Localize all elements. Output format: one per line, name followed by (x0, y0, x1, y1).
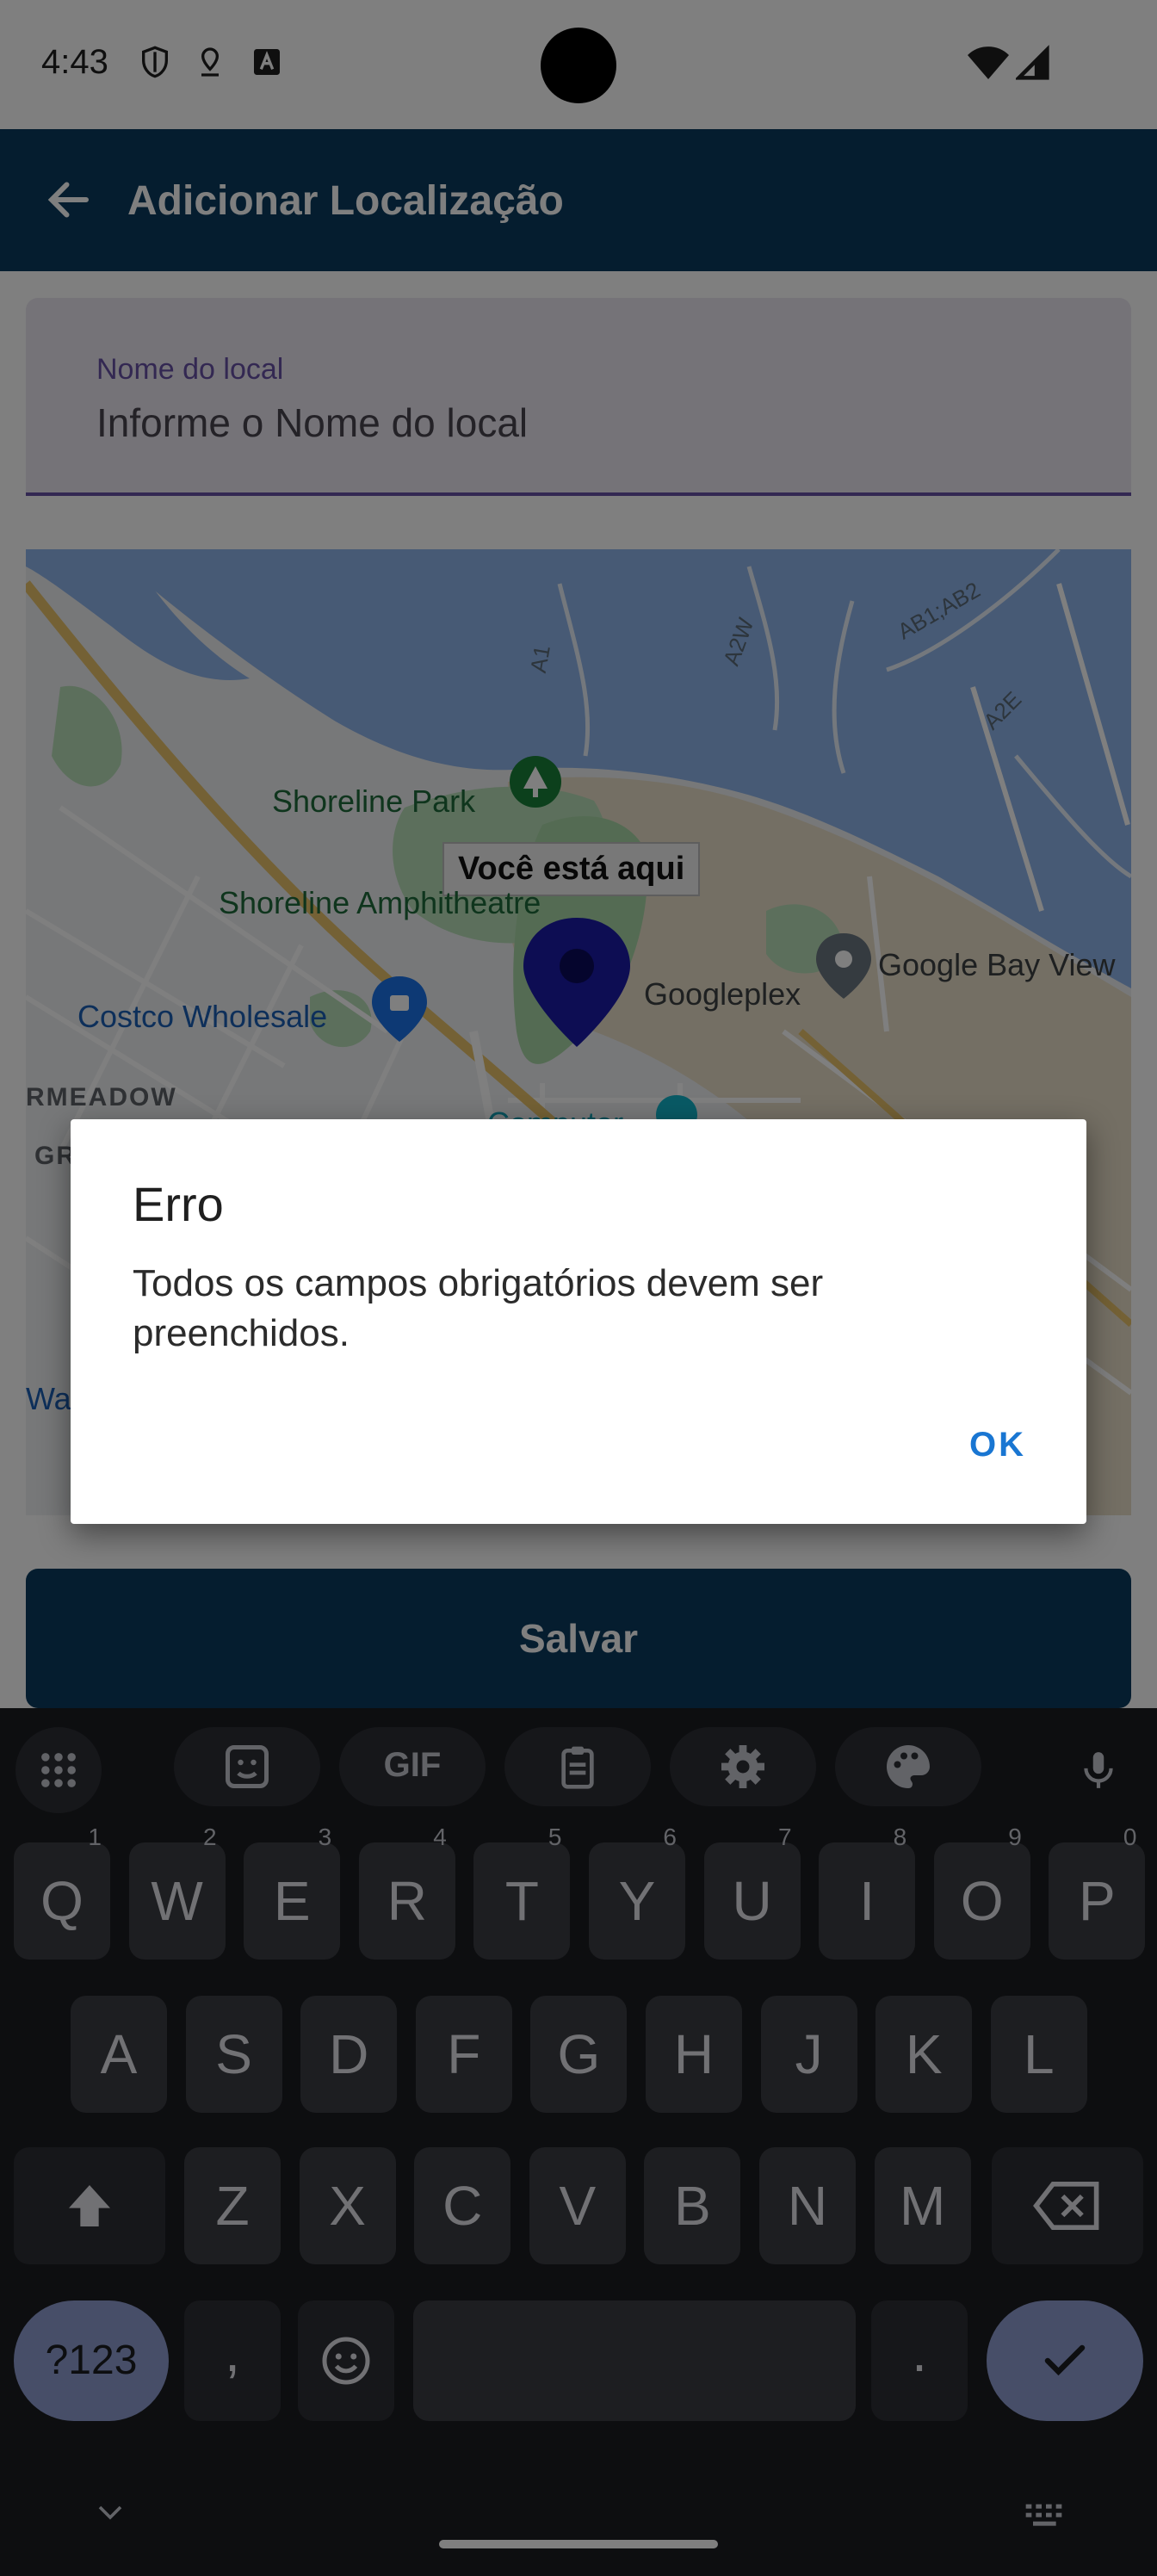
error-dialog: Erro Todos os campos obrigatórios devem … (71, 1119, 1086, 1524)
dialog-message: Todos os campos obrigatórios devem ser p… (133, 1262, 824, 1354)
dialog-ok-button[interactable]: OK (969, 1426, 1026, 1464)
dialog-title: Erro (133, 1177, 224, 1231)
